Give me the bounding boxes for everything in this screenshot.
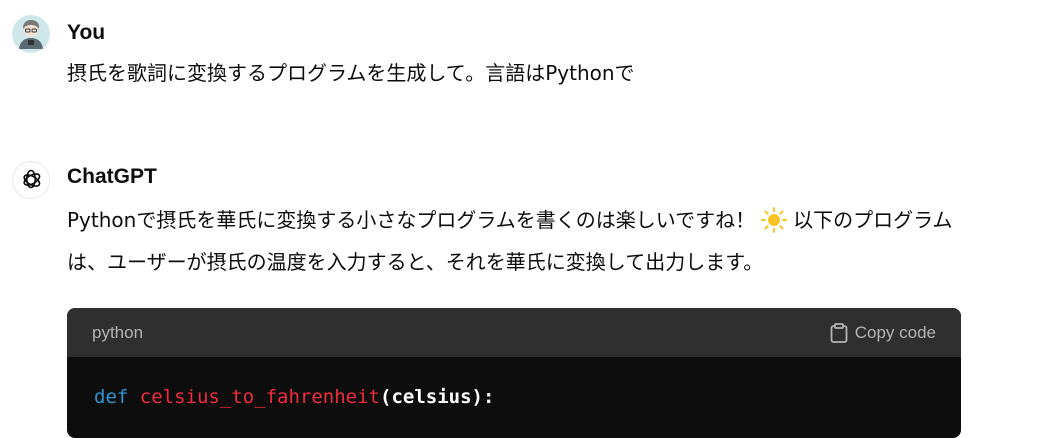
assistant-message-text: Pythonで摂氏を華氏に変換する小さなプログラムを書くのは楽しいですね！ 以下… bbox=[67, 199, 967, 283]
code-content: def celsius_to_fahrenheit(celsius): bbox=[94, 386, 494, 408]
user-message-text: 摂氏を歌詞に変換するプログラムを生成して。言語はPythonで bbox=[67, 61, 635, 85]
code-block: python Copy code def celsius_to_fahrenhe… bbox=[67, 308, 961, 438]
user-author-name: You bbox=[67, 21, 106, 44]
code-language-label: python bbox=[92, 323, 144, 342]
code-block-header: python Copy code bbox=[67, 308, 961, 357]
copy-code-button[interactable]: Copy code bbox=[830, 321, 936, 345]
openai-logo-icon bbox=[23, 169, 41, 189]
chatgpt-logo-icon bbox=[12, 161, 50, 199]
clipboard-icon bbox=[830, 323, 848, 343]
assistant-text-part1: Pythonで摂氏を華氏に変換する小さなプログラムを書くのは楽しいですね！ bbox=[67, 208, 756, 232]
sun-icon bbox=[761, 206, 788, 233]
user-avatar-image bbox=[12, 15, 50, 53]
copy-code-label: Copy code bbox=[854, 323, 936, 342]
code-function-name: celsius_to_fahrenheit bbox=[139, 386, 380, 408]
code-params: (celsius): bbox=[380, 386, 495, 408]
user-avatar[interactable] bbox=[12, 15, 50, 53]
assistant-author-name: ChatGPT bbox=[67, 165, 157, 188]
code-keyword: def bbox=[94, 386, 129, 408]
